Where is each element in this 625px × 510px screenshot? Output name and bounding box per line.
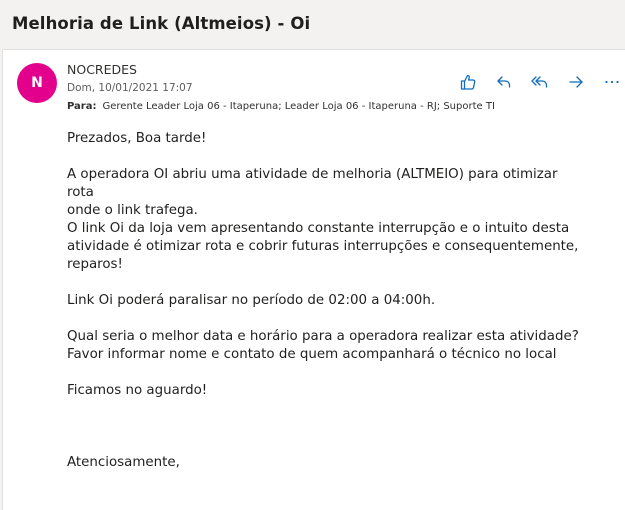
reply-button[interactable] bbox=[486, 71, 522, 93]
message-date: Dom, 10/01/2021 17:07 bbox=[67, 82, 193, 94]
forward-icon bbox=[567, 73, 585, 91]
sender-avatar[interactable]: N bbox=[17, 63, 57, 103]
body-line: Qual seria o melhor data e horário para … bbox=[67, 329, 579, 344]
message-actions bbox=[450, 71, 625, 93]
message-body: Prezados, Boa tarde! A operadora OI abri… bbox=[67, 130, 587, 472]
more-icon bbox=[603, 73, 621, 91]
recipients-list[interactable]: Gerente Leader Loja 06 - Itaperuna; Lead… bbox=[103, 101, 495, 112]
like-button[interactable] bbox=[450, 71, 486, 93]
subject-bar: Melhoria de Link (Altmeios) - Oi bbox=[0, 0, 625, 48]
body-line: A operadora OI abriu uma atividade de me… bbox=[67, 167, 558, 200]
body-line: onde o link trafega. bbox=[67, 203, 198, 218]
body-signoff: Atenciosamente, bbox=[67, 455, 180, 470]
more-actions-button[interactable] bbox=[594, 71, 625, 93]
body-line: O link Oi da loja vem apresentando const… bbox=[67, 221, 570, 236]
body-line: atividade é otimizar rota e cobrir futur… bbox=[67, 239, 579, 254]
body-line: Ficamos no aguardo! bbox=[67, 383, 208, 398]
reply-all-button[interactable] bbox=[522, 71, 558, 93]
like-icon bbox=[459, 73, 477, 91]
to-label: Para: bbox=[67, 101, 97, 112]
body-line: Link Oi poderá paralisar no período de 0… bbox=[67, 293, 436, 308]
body-line: Favor informar nome e contato de quem ac… bbox=[67, 347, 557, 362]
body-line: reparos! bbox=[67, 257, 123, 272]
message-card: N NOCREDES Dom, 10/01/2021 17:07 Para: Ge… bbox=[2, 49, 625, 510]
recipients-line: Para: Gerente Leader Loja 06 - Itaperuna;… bbox=[67, 101, 495, 112]
forward-button[interactable] bbox=[558, 71, 594, 93]
sender-name[interactable]: NOCREDES bbox=[67, 62, 137, 77]
reply-all-icon bbox=[530, 73, 550, 91]
reply-icon bbox=[495, 73, 513, 91]
email-subject: Melhoria de Link (Altmeios) - Oi bbox=[12, 14, 311, 33]
body-greeting: Prezados, Boa tarde! bbox=[67, 131, 207, 146]
avatar-initial: N bbox=[31, 75, 43, 91]
